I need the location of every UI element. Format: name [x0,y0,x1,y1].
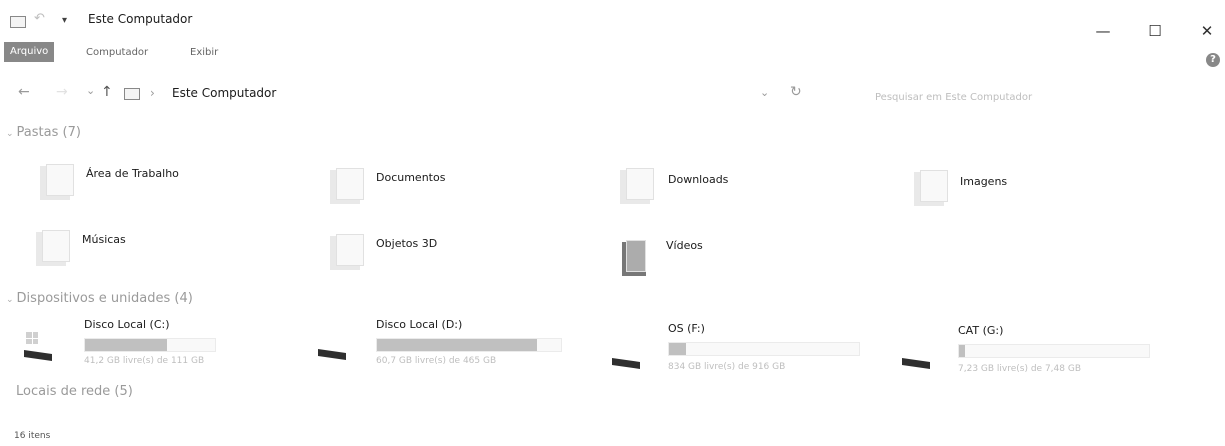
desktop-folder-icon [40,162,74,200]
drive-usage-bar [958,344,1150,358]
videos-folder-icon [622,238,650,276]
folder-label[interactable]: Imagens [960,175,1007,188]
folder-item[interactable] [330,232,364,270]
recent-locations-button[interactable]: ⌄ [86,84,95,97]
refresh-button[interactable]: ↻ [790,84,802,100]
drive-name[interactable]: Disco Local (D:) [376,318,462,331]
maximize-button[interactable]: ☐ [1140,22,1170,40]
folder-label[interactable]: Vídeos [666,239,703,252]
back-button[interactable]: ← [18,84,30,100]
windows-logo-icon [26,332,38,344]
search-input[interactable]: Pesquisar em Este Computador [875,92,1032,103]
folder-item[interactable] [620,166,654,204]
documents-folder-icon [330,166,364,204]
drive-usage-bar [376,338,562,352]
folder-label[interactable]: Músicas [82,233,126,246]
tab-computador[interactable]: Computador [86,47,148,58]
address-dropdown-button[interactable]: ⌄ [760,86,769,99]
group-header-devices[interactable]: ⌄ Dispositivos e unidades (4) [6,291,193,306]
drive-g-icon [902,358,934,369]
downloads-folder-icon [620,166,654,204]
breadcrumb[interactable]: Este Computador [172,86,276,100]
undo-icon[interactable]: ↶ [34,11,45,26]
folder-item[interactable] [914,168,948,206]
drive-name[interactable]: Disco Local (C:) [84,318,170,331]
drive-free-space: 7,23 GB livre(s) de 7,48 GB [958,364,1082,374]
breadcrumb-separator: › [150,86,155,100]
up-button[interactable]: ↑ [101,84,113,100]
drive-free-space: 834 GB livre(s) de 916 GB [668,362,786,372]
window-title: Este Computador [88,12,193,26]
pictures-folder-icon [914,168,948,206]
music-folder-icon [36,228,70,266]
group-header-network[interactable]: Locais de rede (5) [16,384,133,399]
minimize-button[interactable]: — [1088,22,1118,40]
drive-free-space: 41,2 GB livre(s) de 111 GB [84,356,205,366]
address-computer-icon [124,88,140,100]
status-item-count: 16 itens [14,431,51,441]
drive-usage-bar [668,342,860,356]
drive-c-icon [24,350,56,361]
group-header-folders[interactable]: ⌄ Pastas (7) [6,125,81,140]
tab-arquivo[interactable]: Arquivo [4,42,55,62]
tab-exibir[interactable]: Exibir [190,47,218,58]
help-icon[interactable]: ? [1206,53,1220,67]
folder-item[interactable] [330,166,364,204]
folder-label[interactable]: Área de Trabalho [86,167,179,180]
drive-f-icon [612,358,644,369]
folder-item[interactable] [36,228,70,266]
forward-button[interactable]: → [56,84,68,100]
folder-label[interactable]: Documentos [376,171,445,184]
drive-free-space: 60,7 GB livre(s) de 465 GB [376,356,497,366]
folder-item[interactable] [622,238,650,276]
folder-item[interactable] [40,162,74,200]
chevron-down-icon: ⌄ [6,129,14,139]
computer-icon [10,16,26,28]
drive-usage-bar [84,338,216,352]
folder-label[interactable]: Objetos 3D [376,237,437,250]
drive-name[interactable]: OS (F:) [668,322,705,335]
chevron-down-icon: ⌄ [6,295,14,305]
drive-d-icon [318,349,350,360]
3d-objects-folder-icon [330,232,364,270]
close-button[interactable]: ✕ [1192,22,1222,40]
quick-access-dropdown-icon[interactable]: ▾ [62,15,67,26]
drive-name[interactable]: CAT (G:) [958,324,1003,337]
folder-label[interactable]: Downloads [668,173,728,186]
